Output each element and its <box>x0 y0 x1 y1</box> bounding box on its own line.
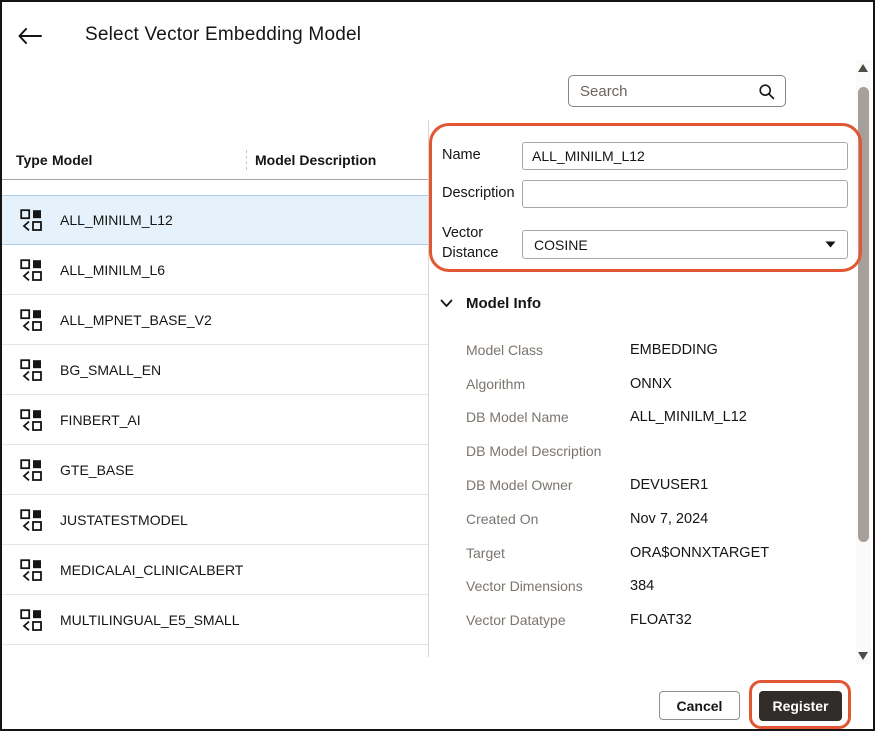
page-title: Select Vector Embedding Model <box>85 24 361 46</box>
description-label: Description <box>442 185 515 201</box>
search-icon[interactable] <box>758 83 785 100</box>
info-row: Vector Dimensions 384 <box>466 570 858 604</box>
info-row: Model Class EMBEDDING <box>466 333 858 367</box>
column-header-model-description[interactable]: Model Description <box>246 150 376 170</box>
column-header-type[interactable]: Type <box>2 152 52 168</box>
info-label: Model Class <box>466 342 630 358</box>
scroll-down-button[interactable] <box>858 652 868 660</box>
info-value: EMBEDDING <box>630 342 718 358</box>
table-row[interactable]: MEDICALAI_CLINICALBERT <box>2 545 428 595</box>
back-arrow-icon <box>18 28 42 44</box>
model-icon <box>20 459 44 481</box>
model-name: MULTILINGUAL_E5_SMALL <box>60 612 239 628</box>
table-header: Type Model Model Description <box>2 140 428 180</box>
model-name: FINBERT_AI <box>60 412 141 428</box>
model-icon <box>20 509 44 531</box>
vector-distance-label: Vector Distance <box>442 223 514 263</box>
info-row: DB Model Description <box>466 434 858 468</box>
info-label: Vector Datatype <box>466 612 630 628</box>
column-header-model[interactable]: Model <box>52 152 246 168</box>
model-icon <box>20 209 44 231</box>
model-icon <box>20 259 44 281</box>
model-name: ALL_MINILM_L12 <box>60 212 173 228</box>
search-input[interactable] <box>569 83 758 100</box>
info-value: Nov 7, 2024 <box>630 511 708 527</box>
table-row[interactable]: JUSTATESTMODEL <box>2 495 428 545</box>
info-value: 384 <box>630 578 654 594</box>
info-value: FLOAT32 <box>630 612 692 628</box>
info-label: DB Model Description <box>466 443 630 459</box>
model-name: ALL_MINILM_L6 <box>60 262 165 278</box>
table-row[interactable]: GTE_BASE <box>2 445 428 495</box>
vector-distance-value: COSINE <box>534 237 588 253</box>
model-name: ALL_MPNET_BASE_V2 <box>60 312 212 328</box>
model-icon <box>20 359 44 381</box>
model-info-title: Model Info <box>466 295 541 312</box>
model-info-grid: Model Class EMBEDDING Algorithm ONNX DB … <box>466 333 858 637</box>
table-row[interactable]: ALL_MPNET_BASE_V2 <box>2 295 428 345</box>
table-row[interactable]: ALL_MINILM_L6 <box>2 245 428 295</box>
name-input[interactable] <box>522 142 848 170</box>
table-row[interactable]: ALL_MINILM_L12 <box>2 195 428 245</box>
model-info-section-toggle[interactable]: Model Info <box>440 295 541 312</box>
info-label: Created On <box>466 511 630 527</box>
select-vector-embedding-model-dialog: Select Vector Embedding Model Type Model… <box>0 0 875 731</box>
table-row[interactable]: MULTILINGUAL_E5_SMALL <box>2 595 428 645</box>
info-row: Vector Datatype FLOAT32 <box>466 603 858 637</box>
info-value: ORA$ONNXTARGET <box>630 545 769 561</box>
info-label: Algorithm <box>466 376 630 392</box>
info-row: Algorithm ONNX <box>466 367 858 401</box>
scrollbar[interactable] <box>856 60 871 664</box>
info-label: DB Model Name <box>466 409 630 425</box>
model-name: GTE_BASE <box>60 462 134 478</box>
cancel-button[interactable]: Cancel <box>659 691 740 720</box>
info-row: Target ORA$ONNXTARGET <box>466 536 858 570</box>
model-icon <box>20 609 44 631</box>
back-button[interactable] <box>18 26 46 46</box>
info-row: DB Model Owner DEVUSER1 <box>466 468 858 502</box>
table-row[interactable]: FINBERT_AI <box>2 395 428 445</box>
model-name: JUSTATESTMODEL <box>60 512 188 528</box>
scrollbar-thumb[interactable] <box>858 87 869 542</box>
info-label: DB Model Owner <box>466 477 630 493</box>
register-button[interactable]: Register <box>759 691 842 721</box>
vector-distance-select[interactable]: COSINE <box>522 230 848 259</box>
info-label: Vector Dimensions <box>466 578 630 594</box>
chevron-expanded-icon <box>440 299 453 308</box>
chevron-down-icon <box>825 241 836 248</box>
model-icon <box>20 409 44 431</box>
info-row: DB Model Name ALL_MINILM_L12 <box>466 401 858 435</box>
info-value: ALL_MINILM_L12 <box>630 409 747 425</box>
model-name: MEDICALAI_CLINICALBERT <box>60 562 243 578</box>
info-value: ONNX <box>630 376 672 392</box>
model-icon <box>20 559 44 581</box>
info-value: DEVUSER1 <box>630 477 708 493</box>
model-name: BG_SMALL_EN <box>60 362 161 378</box>
model-icon <box>20 309 44 331</box>
search-box[interactable] <box>568 75 786 107</box>
name-label: Name <box>442 147 481 163</box>
info-row: Created On Nov 7, 2024 <box>466 502 858 536</box>
scroll-up-button[interactable] <box>858 64 868 72</box>
description-input[interactable] <box>522 180 848 208</box>
info-label: Target <box>466 545 630 561</box>
panel-divider <box>428 120 429 657</box>
model-list: ALL_MINILM_L12 ALL_MINILM_L6 ALL_MPNET_B… <box>2 195 428 645</box>
table-row[interactable]: BG_SMALL_EN <box>2 345 428 395</box>
